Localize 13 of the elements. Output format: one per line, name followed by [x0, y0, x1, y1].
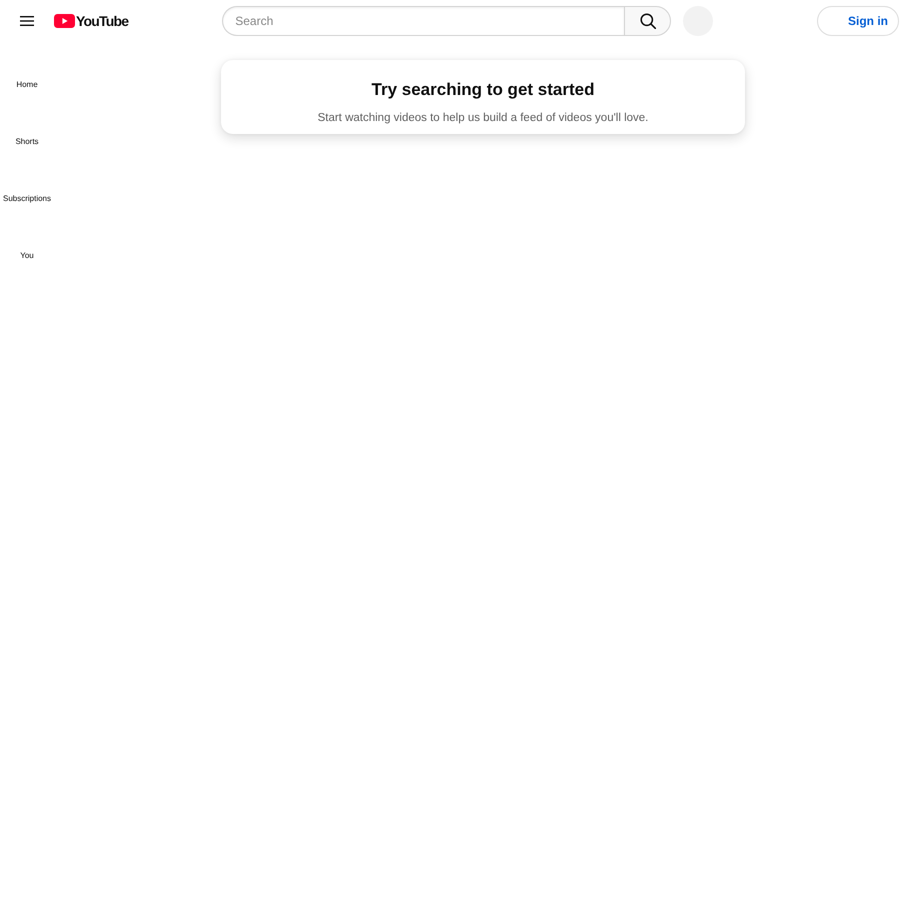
sidebar-item[interactable]: Subscriptions	[2, 194, 52, 204]
prompt-title: Try searching to get started	[370, 79, 596, 101]
search-icon	[640, 13, 656, 29]
sidebar-item[interactable]: Shorts	[15, 136, 39, 146]
sidebar-item[interactable]: You	[20, 250, 34, 260]
prompt-message: Start watching videos to help us build a feed of videos you'll love.	[316, 111, 650, 126]
play-icon	[54, 14, 75, 28]
search-button[interactable]	[624, 6, 672, 36]
logo-link[interactable]: YouTube	[54, 13, 128, 29]
search-field[interactable]: Search	[222, 6, 624, 36]
menu-icon	[20, 16, 34, 26]
sidebar-item[interactable]: Home	[16, 80, 38, 90]
sign-in-button[interactable]: Sign in	[817, 6, 899, 36]
